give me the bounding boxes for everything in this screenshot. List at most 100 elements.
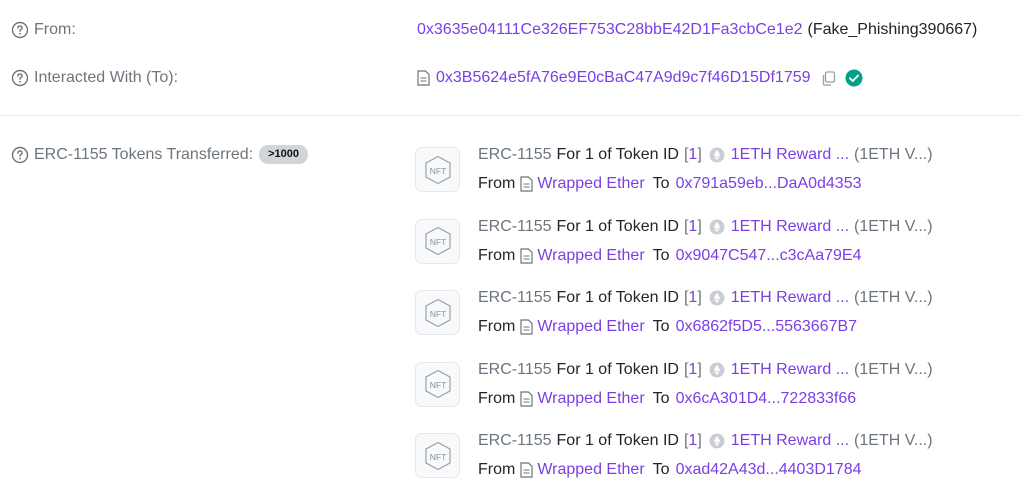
- to-address-link[interactable]: 0xad42A43d...4403D1784: [676, 461, 862, 479]
- to-address-link[interactable]: 0x6862f5D5...5563667B7: [676, 318, 857, 336]
- from-label: From:: [34, 21, 76, 38]
- document-icon: [520, 176, 533, 192]
- from-row: From: 0x3635e04111Ce326EF753C28bbE42D1Fa…: [0, 19, 1021, 43]
- token-id-link[interactable]: 1: [688, 218, 697, 236]
- nft-placeholder-label: NFT: [429, 380, 446, 390]
- from-contract-link[interactable]: Wrapped Ether: [537, 461, 644, 479]
- nft-placeholder-label: NFT: [429, 452, 446, 462]
- from-address-link[interactable]: 0x3635e04111Ce326EF753C28bbE42D1Fa3cbCe1…: [417, 21, 802, 39]
- nft-thumbnail[interactable]: NFT: [415, 290, 460, 335]
- question-circle-icon[interactable]: [11, 146, 29, 164]
- transfer-amount-text: For 1 of Token ID: [556, 217, 679, 235]
- check-circle-icon: [845, 69, 863, 87]
- nft-hexagon-icon: NFT: [424, 441, 451, 470]
- nft-thumbnail[interactable]: NFT: [415, 361, 460, 407]
- document-icon: [417, 70, 430, 86]
- token-symbol: (1ETH V...): [854, 360, 933, 378]
- from-contract-link[interactable]: Wrapped Ether: [537, 175, 644, 193]
- token-transfer-item: NFT ERC-1155 For 1 of Token ID [1] 1ETH …: [415, 424, 1021, 496]
- transfer-amount-text: For 1 of Token ID: [556, 360, 679, 378]
- ethereum-icon: [709, 362, 725, 377]
- question-circle-icon[interactable]: [11, 21, 29, 39]
- nft-hexagon-icon: NFT: [424, 298, 451, 327]
- ethereum-icon: [709, 147, 725, 163]
- bracket-close: ]: [697, 360, 702, 378]
- from-label: From: [478, 318, 516, 335]
- to-row: Interacted With (To): 0x3B5624e5fA76e9E0…: [0, 67, 1021, 91]
- transfer-summary: ERC-1155 For 1 of Token ID [1] 1ETH Rewa…: [478, 218, 933, 236]
- token-id-link[interactable]: 1: [688, 289, 697, 307]
- token-standard: ERC-1155: [478, 289, 552, 306]
- transfer-route: From Wrapped Ether To 0x6cA301D4...72283…: [478, 390, 856, 408]
- transfer-route: From Wrapped Ether To 0x791a59eb...DaA0d…: [478, 175, 862, 193]
- nft-thumbnail[interactable]: NFT: [415, 433, 460, 478]
- transfer-route: From Wrapped Ether To 0x6862f5D5...55636…: [478, 318, 857, 336]
- nft-hexagon-icon: NFT: [424, 226, 451, 256]
- question-circle-icon[interactable]: [11, 69, 29, 87]
- from-contract-link[interactable]: Wrapped Ether: [537, 247, 644, 265]
- bracket-close: ]: [697, 146, 702, 163]
- token-id-link[interactable]: 1: [688, 146, 697, 164]
- transfer-summary: ERC-1155 For 1 of Token ID [1] 1ETH Rewa…: [478, 432, 933, 450]
- token-standard: ERC-1155: [478, 217, 552, 235]
- token-name-link[interactable]: 1ETH Reward ...: [731, 218, 849, 236]
- to-address-link[interactable]: 0x9047C547...c3cAa79E4: [676, 247, 862, 265]
- token-transfer-item: NFT ERC-1155 For 1 of Token ID [1] 1ETH …: [415, 138, 1021, 210]
- to-label: To: [652, 461, 670, 478]
- token-standard: ERC-1155: [478, 360, 552, 378]
- transfer-summary: ERC-1155 For 1 of Token ID [1] 1ETH Rewa…: [478, 289, 933, 307]
- token-name-link[interactable]: 1ETH Reward ...: [731, 146, 849, 164]
- bracket-close: ]: [697, 289, 702, 306]
- to-label: To: [652, 175, 670, 192]
- transfer-summary: ERC-1155 For 1 of Token ID [1] 1ETH Rewa…: [478, 146, 933, 164]
- nft-placeholder-label: NFT: [429, 166, 446, 176]
- transfer-amount-text: For 1 of Token ID: [556, 146, 679, 163]
- token-name-link[interactable]: 1ETH Reward ...: [731, 289, 849, 307]
- to-address-link[interactable]: 0x791a59eb...DaA0d4353: [676, 175, 862, 193]
- to-label: To: [652, 246, 670, 264]
- from-label: From: [478, 175, 516, 192]
- from-contract-link[interactable]: Wrapped Ether: [537, 390, 644, 408]
- to-label: To: [652, 318, 670, 335]
- from-contract-link[interactable]: Wrapped Ether: [537, 318, 644, 336]
- document-icon: [520, 247, 533, 264]
- transfer-amount-text: For 1 of Token ID: [556, 289, 679, 306]
- token-transfer-item: NFT ERC-1155 For 1 of Token ID [1] 1ETH …: [415, 210, 1021, 282]
- transfer-amount-text: For 1 of Token ID: [556, 432, 679, 449]
- token-id-link[interactable]: 1: [688, 432, 697, 450]
- to-label: Interacted With (To):: [34, 69, 179, 86]
- token-id-link[interactable]: 1: [688, 361, 697, 379]
- transfer-summary: ERC-1155 For 1 of Token ID [1] 1ETH Rewa…: [478, 361, 933, 379]
- nft-placeholder-label: NFT: [429, 237, 446, 247]
- transfer-route: From Wrapped Ether To 0xad42A43d...4403D…: [478, 461, 862, 479]
- to-address-link[interactable]: 0x3B5624e5fA76e9E0cBaC47A9d9c7f46D15Df17…: [436, 69, 811, 87]
- from-value: 0x3635e04111Ce326EF753C28bbE42D1Fa3cbCe1…: [417, 21, 977, 39]
- token-standard: ERC-1155: [478, 146, 552, 163]
- from-label: From: [478, 389, 516, 407]
- tokens-label: ERC-1155 Tokens Transferred:: [34, 145, 254, 163]
- transfer-route: From Wrapped Ether To 0x9047C547...c3cAa…: [478, 247, 861, 265]
- ethereum-icon: [709, 290, 725, 306]
- token-transfer-list: NFT ERC-1155 For 1 of Token ID [1] 1ETH …: [415, 138, 1021, 496]
- to-label: To: [652, 389, 670, 407]
- token-transfer-item: NFT ERC-1155 For 1 of Token ID [1] 1ETH …: [415, 353, 1021, 425]
- from-label: From: [478, 461, 516, 478]
- to-label-group: Interacted With (To):: [11, 69, 178, 87]
- nft-hexagon-icon: NFT: [424, 369, 451, 399]
- document-icon: [520, 390, 533, 407]
- nft-thumbnail[interactable]: NFT: [415, 218, 460, 264]
- to-value: 0x3B5624e5fA76e9E0cBaC47A9d9c7f46D15Df17…: [417, 69, 863, 87]
- bracket-close: ]: [697, 217, 702, 235]
- token-symbol: (1ETH V...): [854, 432, 933, 449]
- document-icon: [520, 462, 533, 478]
- document-icon: [520, 319, 533, 335]
- copy-icon[interactable]: [821, 70, 836, 86]
- token-name-link[interactable]: 1ETH Reward ...: [731, 361, 849, 379]
- token-name-link[interactable]: 1ETH Reward ...: [731, 432, 849, 450]
- ethereum-icon: [709, 219, 725, 234]
- nft-placeholder-label: NFT: [429, 309, 446, 319]
- to-address-link[interactable]: 0x6cA301D4...722833f66: [676, 390, 857, 408]
- nft-thumbnail[interactable]: NFT: [415, 147, 460, 192]
- section-divider: [0, 115, 1021, 116]
- from-address-tag: (Fake_Phishing390667): [807, 21, 978, 38]
